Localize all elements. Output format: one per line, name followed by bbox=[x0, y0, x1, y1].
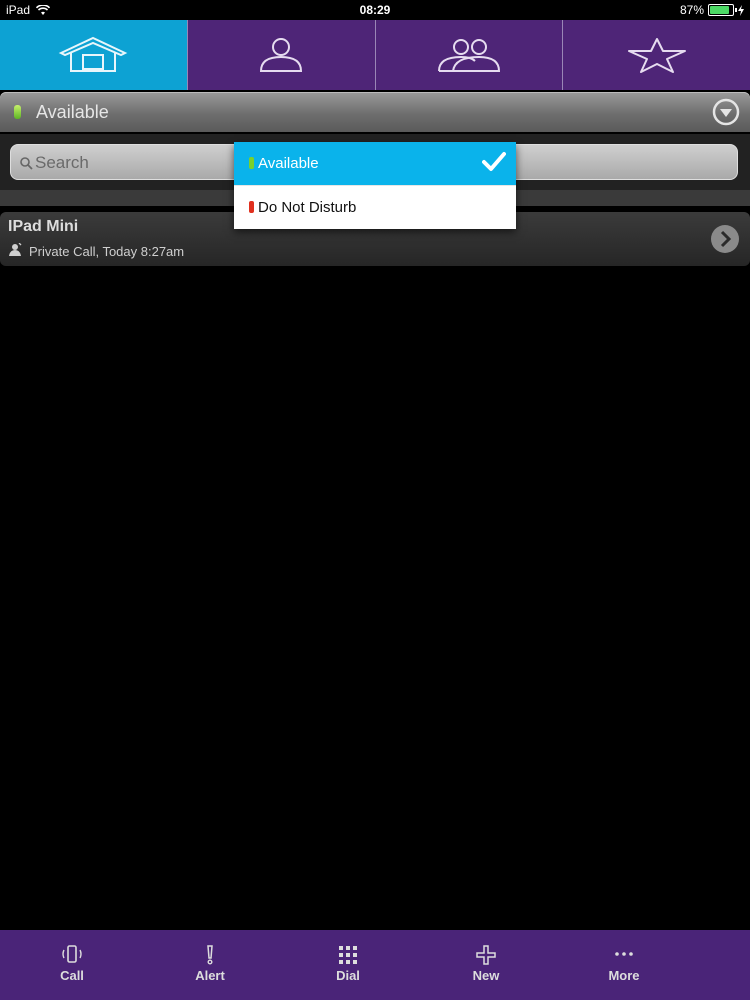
tab-favorites[interactable] bbox=[562, 20, 750, 90]
new-button[interactable]: New bbox=[417, 930, 555, 1000]
dial-button[interactable]: Dial bbox=[279, 930, 417, 1000]
more-icon bbox=[615, 952, 633, 956]
tab-groups[interactable] bbox=[374, 20, 563, 90]
presence-option-dnd[interactable]: Do Not Disturb bbox=[234, 185, 516, 229]
battery-icon bbox=[708, 4, 737, 16]
group-icon bbox=[437, 39, 500, 72]
presence-label: Available bbox=[36, 102, 109, 122]
person-call-icon bbox=[9, 243, 22, 256]
presence-option-available[interactable]: Available bbox=[234, 142, 516, 185]
presence-dropdown: Available Do Not Disturb bbox=[234, 142, 516, 229]
call-title: IPad Mini bbox=[8, 218, 79, 235]
call-button[interactable]: Call bbox=[3, 930, 141, 1000]
keypad-icon bbox=[339, 946, 357, 964]
battery-percent: 87% bbox=[679, 3, 704, 17]
option-label: Available bbox=[258, 155, 319, 172]
presence-indicator-icon bbox=[14, 105, 21, 119]
star-icon bbox=[627, 38, 686, 73]
search-input[interactable] bbox=[33, 151, 237, 175]
dnd-indicator-icon bbox=[249, 201, 254, 213]
option-label: Do Not Disturb bbox=[258, 199, 357, 216]
status-bar-right: 87% bbox=[680, 3, 744, 17]
charging-icon bbox=[738, 4, 744, 16]
available-indicator-icon bbox=[249, 157, 254, 169]
top-tab-bar bbox=[0, 20, 750, 90]
plus-icon bbox=[476, 945, 496, 965]
clock: 08:29 bbox=[359, 3, 391, 17]
alert-button[interactable]: Alert bbox=[141, 930, 279, 1000]
search-icon bbox=[20, 157, 33, 170]
more-label: More bbox=[608, 968, 640, 983]
phone-icon bbox=[62, 945, 82, 963]
call-detail: Private Call, Today 8:27am bbox=[29, 244, 185, 259]
chevron-down-icon[interactable] bbox=[712, 98, 740, 126]
status-bar: iPad 08:29 87% bbox=[0, 0, 750, 20]
alert-icon bbox=[207, 945, 213, 965]
chevron-right-icon[interactable] bbox=[710, 224, 740, 254]
tab-contacts[interactable] bbox=[186, 20, 375, 90]
more-button[interactable]: More bbox=[555, 930, 693, 1000]
checkmark-icon bbox=[482, 152, 506, 171]
presence-selector[interactable]: Available bbox=[0, 92, 750, 132]
dial-label: Dial bbox=[336, 968, 360, 983]
call-label: Call bbox=[60, 968, 84, 983]
new-label: New bbox=[472, 968, 500, 983]
tab-home[interactable] bbox=[0, 20, 187, 90]
home-icon bbox=[59, 36, 128, 72]
alert-label: Alert bbox=[195, 968, 225, 983]
bottom-toolbar: Call Alert Dial New More bbox=[0, 930, 750, 1000]
contact-icon bbox=[260, 38, 303, 72]
